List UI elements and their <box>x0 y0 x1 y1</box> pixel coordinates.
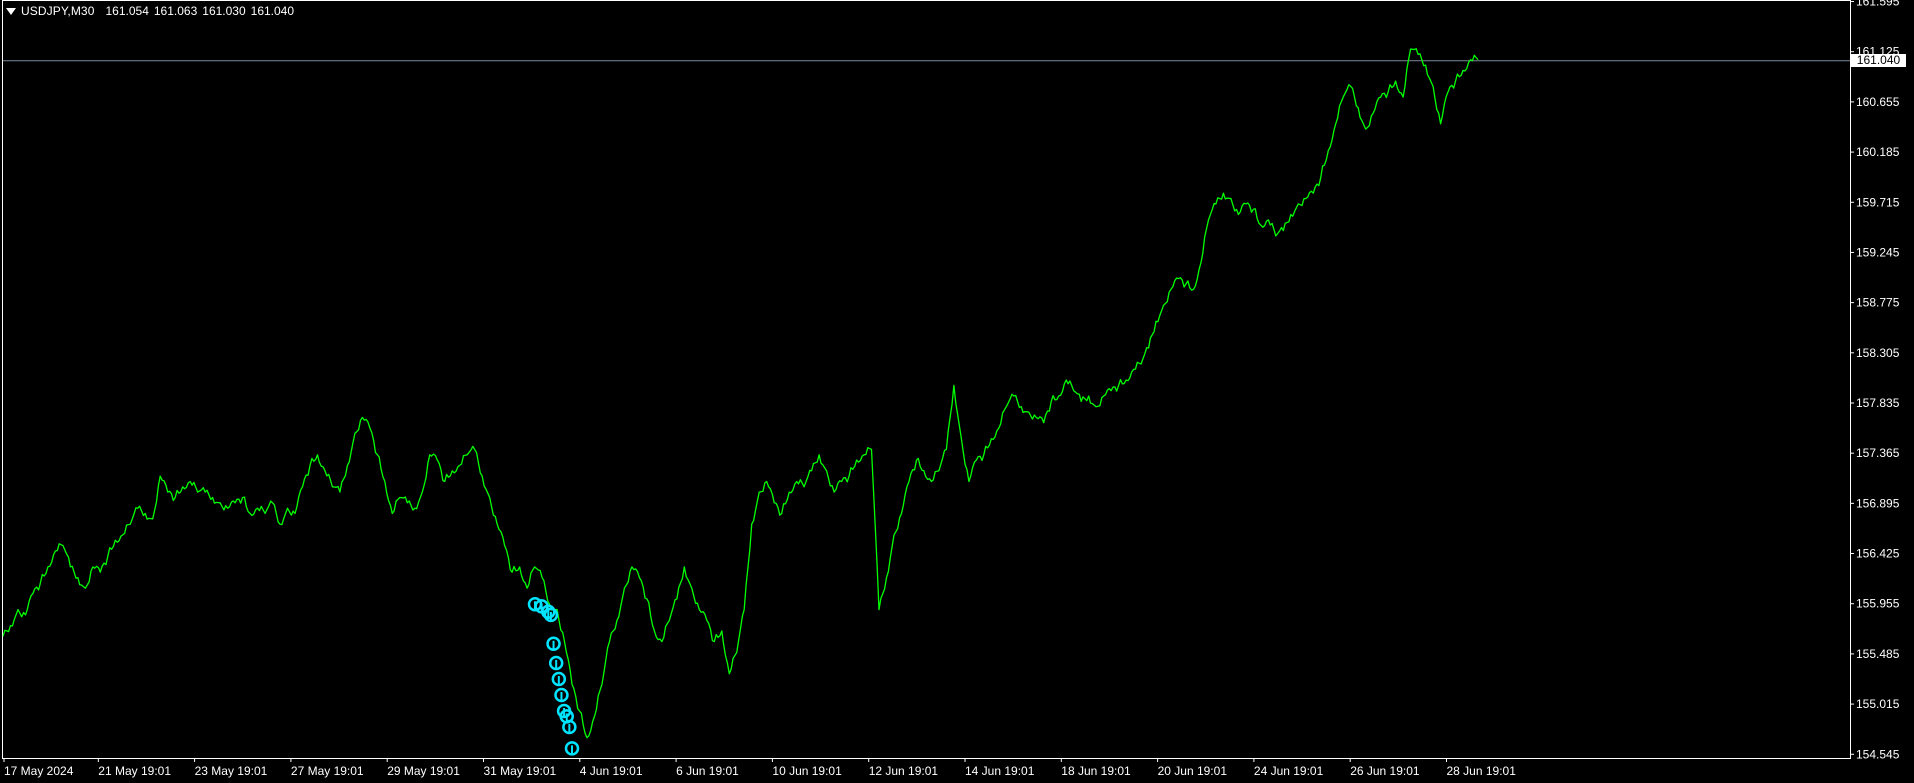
y-axis-label: 157.835 <box>1856 396 1900 410</box>
y-axis-label: 154.545 <box>1856 747 1900 761</box>
x-axis-label: 20 Jun 19:01 <box>1158 764 1228 778</box>
circled-arrow-icon <box>546 636 561 652</box>
triangle-down-icon[interactable] <box>6 7 16 15</box>
open-value: 161.054 <box>105 4 149 18</box>
circled-arrow-icon <box>564 741 580 756</box>
x-axis-label: 14 Jun 19:01 <box>965 764 1035 778</box>
x-axis-label: 29 May 19:01 <box>387 764 460 778</box>
y-axis-label: 158.305 <box>1856 346 1900 360</box>
low-value: 161.030 <box>202 4 246 18</box>
circled-arrow-icon <box>551 671 567 687</box>
x-axis-label: 4 Jun 19:01 <box>580 764 643 778</box>
x-axis-label: 31 May 19:01 <box>484 764 557 778</box>
y-axis-label: 156.895 <box>1856 496 1900 510</box>
x-axis-label: 10 Jun 19:01 <box>772 764 842 778</box>
x-axis-label: 18 Jun 19:01 <box>1061 764 1131 778</box>
y-axis-label: 159.245 <box>1856 245 1900 259</box>
price-line <box>2 48 1479 739</box>
y-axis-label: 155.955 <box>1856 597 1900 611</box>
x-axis-label: 27 May 19:01 <box>291 764 364 778</box>
x-axis-label: 23 May 19:01 <box>195 764 268 778</box>
x-axis-label: 21 May 19:01 <box>98 764 171 778</box>
y-axis-label: 160.185 <box>1856 145 1900 159</box>
x-axis-label: 6 Jun 19:01 <box>676 764 739 778</box>
x-axis-label: 24 Jun 19:01 <box>1254 764 1324 778</box>
high-value: 161.063 <box>153 4 198 18</box>
y-axis-label: 155.015 <box>1856 697 1900 711</box>
chart-title: USDJPY,M30 161.054 161.063 161.030 161.0… <box>6 4 294 18</box>
close-value: 161.040 <box>250 4 295 18</box>
x-axis-label: 26 Jun 19:01 <box>1350 764 1420 778</box>
circled-arrow-icon <box>548 655 564 671</box>
y-axis-label: 161.595 <box>1856 0 1900 9</box>
y-axis-label: 157.365 <box>1856 446 1900 460</box>
y-axis-label: 155.485 <box>1856 647 1900 661</box>
price-chart[interactable]: 161.595161.125160.655160.185159.715159.2… <box>0 0 1914 783</box>
y-axis-label: 159.715 <box>1856 195 1900 209</box>
chart-frame <box>2 0 1851 759</box>
y-axis-label: 158.775 <box>1856 296 1900 310</box>
y-axis-label: 156.425 <box>1856 547 1900 561</box>
circled-arrow-icon <box>554 687 569 703</box>
x-axis-label: 17 May 2024 <box>4 764 74 778</box>
y-axis-label: 160.655 <box>1856 95 1900 109</box>
x-axis-label: 28 Jun 19:01 <box>1447 764 1517 778</box>
chart-window[interactable]: 161.595 161.125 160.655 160.185 159.715 159.2… <box>0 0 1914 783</box>
circled-arrow-icon <box>543 607 559 623</box>
symbol-label: USDJPY,M30 <box>21 4 95 18</box>
current-price-label: 161.040 <box>1851 53 1906 67</box>
x-axis-label: 12 Jun 19:01 <box>869 764 939 778</box>
